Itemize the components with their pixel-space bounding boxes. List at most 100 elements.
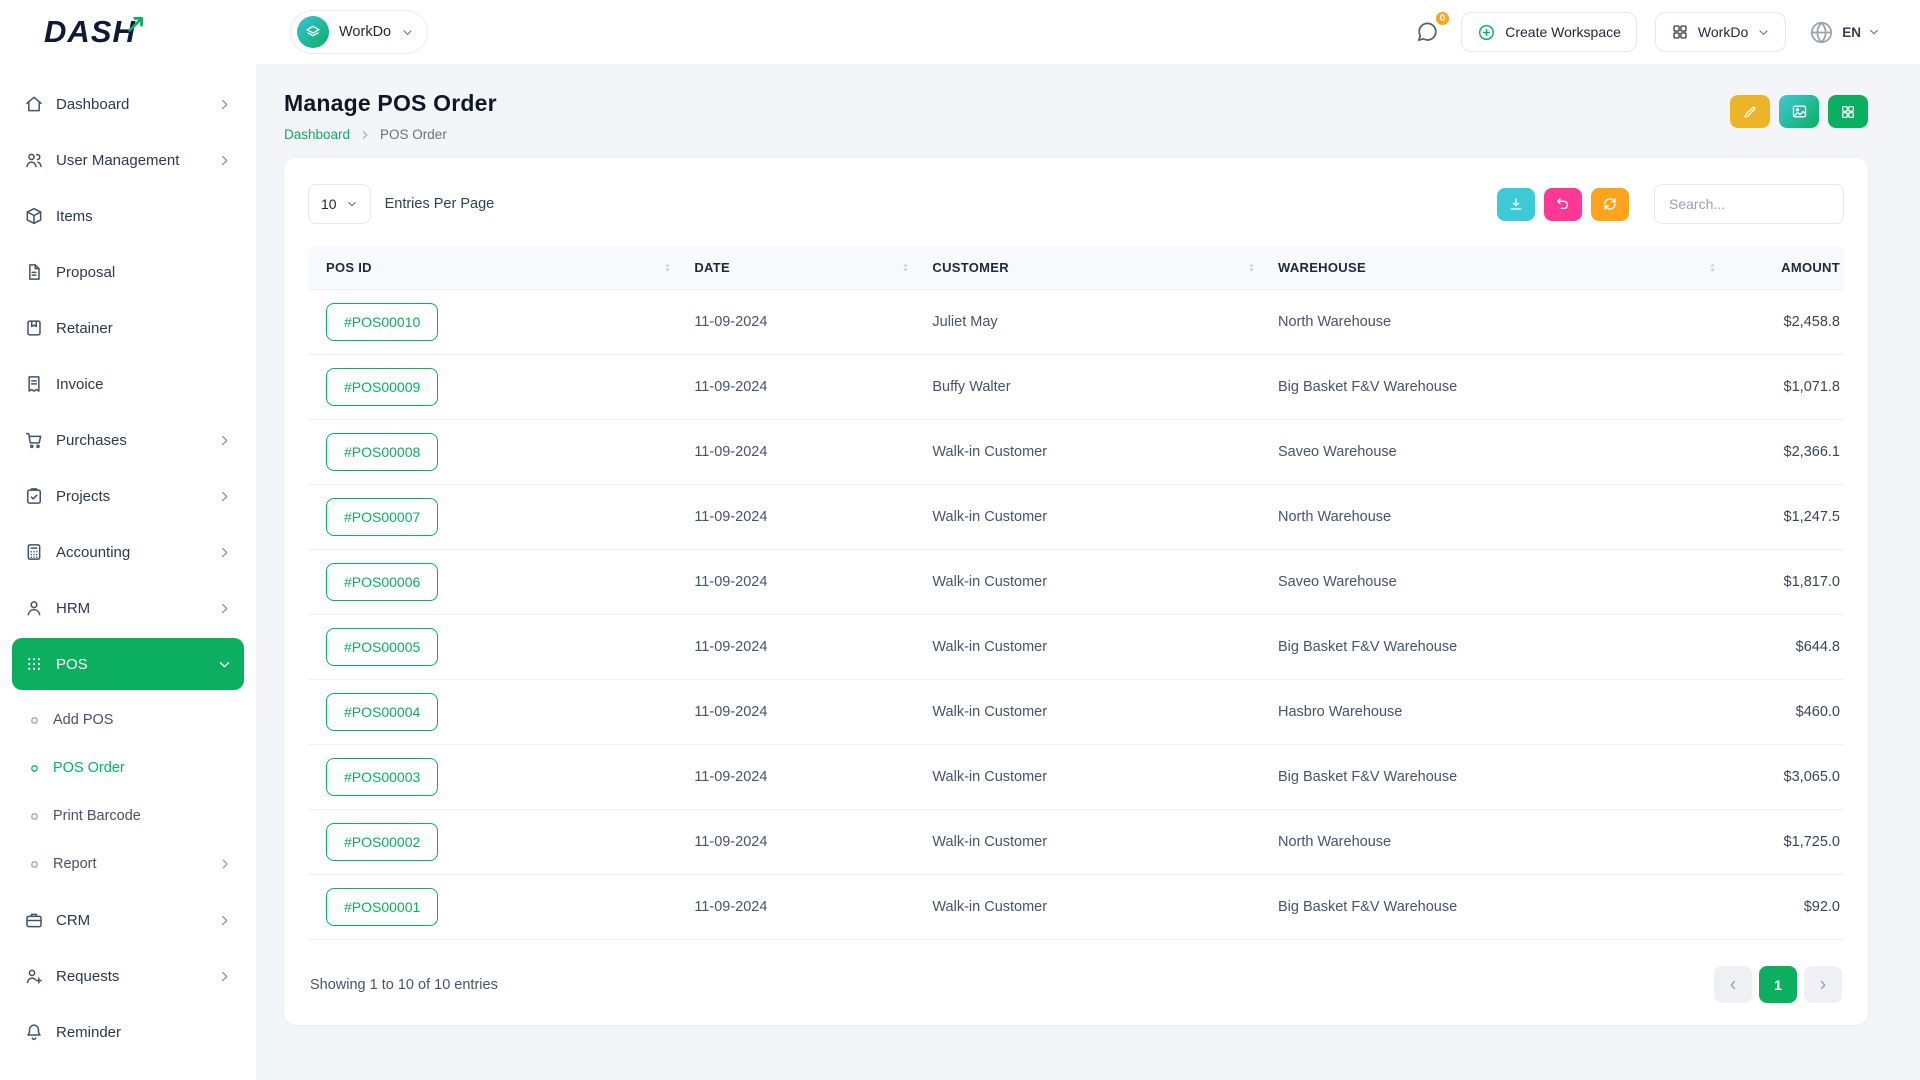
sidebar-item-label: User Management [56,152,179,169]
sidebar-item-user-management[interactable]: User Management [12,134,244,186]
sidebar-item-invoice[interactable]: Invoice [12,358,244,410]
undo-button[interactable] [1544,188,1582,221]
entries-control: 10 Entries Per Page [308,184,494,224]
create-workspace-button[interactable]: Create Workspace [1461,12,1637,52]
image-button[interactable] [1779,95,1819,128]
sidebar-item-retainer[interactable]: Retainer [12,302,244,354]
calculator-icon [24,542,44,562]
customer-cell: Walk-in Customer [922,485,1268,550]
language-selector[interactable]: EN [1804,15,1884,50]
date-cell: 11-09-2024 [684,290,922,355]
sidebar-item-accounting[interactable]: Accounting [12,526,244,578]
warehouse-cell: North Warehouse [1268,810,1729,875]
sidebar-item-reminder[interactable]: Reminder [12,1006,244,1058]
column-header-customer[interactable]: CUSTOMER [922,246,1268,290]
table-row: #POS0000611-09-2024Walk-in CustomerSaveo… [308,550,1844,615]
sidebar-nav: Dashboard User Management ItemsProposalRet… [12,78,244,1058]
pos-id-link[interactable]: #POS00008 [326,433,438,471]
entries-summary: Showing 1 to 10 of 10 entries [310,977,498,993]
page-title: Manage POS Order [284,90,497,117]
entries-per-page-select[interactable]: 10 [308,184,371,224]
pos-id-cell: #POS00004 [308,680,684,745]
column-header-date[interactable]: DATE [684,246,922,290]
pos-id-link[interactable]: #POS00004 [326,693,438,731]
pos-id-link[interactable]: #POS00003 [326,758,438,796]
column-header-label: CUSTOMER [932,260,1009,275]
sidebar-item-items[interactable]: Items [12,190,244,242]
sidebar-subitem-print-barcode[interactable]: Print Barcode [12,792,244,840]
pos-id-link[interactable]: #POS00005 [326,628,438,666]
globe-icon [1808,19,1835,46]
logo-area: DASH [0,0,256,64]
topbar-actions: 0 Create Workspace WorkDo EN [1411,12,1884,52]
pos-id-cell: #POS00001 [308,875,684,940]
chevron-right-icon [217,153,232,168]
sidebar-item-crm[interactable]: CRM [12,894,244,946]
pos-order-card: 10 Entries Per Page [284,158,1868,1025]
amount-cell: $1,817.0 [1729,550,1844,615]
pos-id-cell: #POS00006 [308,550,684,615]
bookmark-box-icon [24,318,44,338]
customer-cell: Walk-in Customer [922,810,1268,875]
sidebar-item-pos[interactable]: POS [12,638,244,690]
date-cell: 11-09-2024 [684,745,922,810]
sidebar-subitem-pos-order[interactable]: POS Order [12,744,244,792]
sidebar-item-purchases[interactable]: Purchases [12,414,244,466]
sidebar-item-hrm[interactable]: HRM [12,582,244,634]
sidebar-item-requests[interactable]: Requests [12,950,244,1002]
pos-id-link[interactable]: #POS00001 [326,888,438,926]
column-header-pos-id[interactable]: POS ID [308,246,684,290]
grid-view-button[interactable] [1828,95,1868,128]
customer-cell: Walk-in Customer [922,420,1268,485]
workspace-selector[interactable]: WorkDo [290,10,428,54]
layers-icon [305,24,321,40]
pos-id-link[interactable]: #POS00009 [326,368,438,406]
sidebar-item-dashboard[interactable]: Dashboard [12,78,244,130]
next-page-button[interactable] [1804,966,1842,1003]
logo-arrow-icon [126,12,148,34]
workspace-name: WorkDo [339,24,391,40]
pos-id-cell: #POS00009 [308,355,684,420]
sidebar-subitem-report[interactable]: Report [12,840,244,888]
page-1-button[interactable]: 1 [1759,966,1797,1003]
sidebar-subitem-add-pos[interactable]: Add POS [12,696,244,744]
customer-cell: Walk-in Customer [922,875,1268,940]
breadcrumb-dashboard-link[interactable]: Dashboard [284,127,350,142]
column-header-warehouse[interactable]: WAREHOUSE [1268,246,1729,290]
pos-id-link[interactable]: #POS00006 [326,563,438,601]
pos-id-cell: #POS00008 [308,420,684,485]
app-layout: DASH WorkDo 0 Create Workspace WorkDo [0,0,1920,1080]
pos-id-link[interactable]: #POS00007 [326,498,438,536]
refresh-button[interactable] [1591,188,1629,221]
workdo-menu-button[interactable]: WorkDo [1655,12,1786,52]
customer-cell: Buffy Walter [922,355,1268,420]
app-logo[interactable]: DASH [44,14,148,50]
amount-cell: $644.8 [1729,615,1844,680]
pos-id-link[interactable]: #POS00010 [326,303,438,341]
export-button[interactable] [1497,188,1535,221]
sort-icon [899,261,912,274]
briefcase-icon [24,910,44,930]
sidebar-subitem-label: Report [53,856,97,872]
sidebar-item-proposal[interactable]: Proposal [12,246,244,298]
language-label: EN [1842,25,1861,40]
sidebar-item-label: Projects [56,488,110,505]
pos-id-link[interactable]: #POS00002 [326,823,438,861]
sidebar-item-label: Requests [56,968,119,985]
previous-page-button[interactable] [1714,966,1752,1003]
messages-button[interactable]: 0 [1411,16,1443,48]
date-cell: 11-09-2024 [684,355,922,420]
sidebar-item-projects[interactable]: Projects [12,470,244,522]
warehouse-cell: North Warehouse [1268,290,1729,355]
pos-id-cell: #POS00003 [308,745,684,810]
chevron-down-icon [217,657,232,672]
sort-icon [1706,261,1719,274]
pencil-icon [1742,104,1758,120]
pos-orders-table: POS IDDATE CUSTOMER WAREHOUSE AMOUNT #POS00… [308,246,1844,940]
search-input[interactable] [1654,184,1844,224]
table-row: #POS0000311-09-2024Walk-in CustomerBig B… [308,745,1844,810]
table-header: POS IDDATE CUSTOMER WAREHOUSE AMOUNT [308,246,1844,290]
edit-button[interactable] [1730,95,1770,128]
column-header-label: AMOUNT [1781,260,1840,275]
pagination: 1 [1714,966,1842,1003]
